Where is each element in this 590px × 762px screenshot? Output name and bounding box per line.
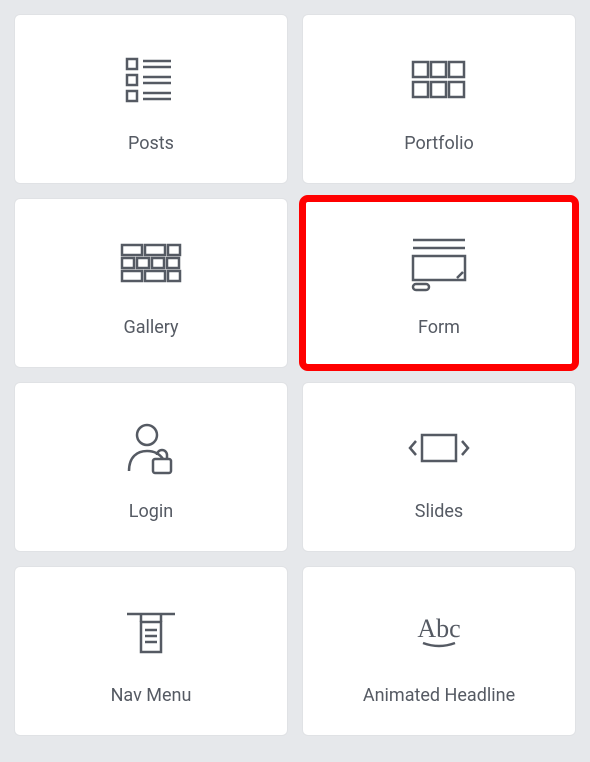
form-icon: [407, 229, 471, 299]
widget-label: Login: [129, 501, 173, 522]
posts-icon: [121, 45, 181, 115]
widget-tile-portfolio[interactable]: Portfolio: [302, 14, 576, 184]
widget-grid: Posts Portfolio: [0, 0, 590, 750]
widget-label: Nav Menu: [111, 685, 192, 706]
svg-text:Abc: Abc: [417, 614, 460, 643]
gallery-icon: [118, 229, 184, 299]
widget-label: Portfolio: [404, 133, 473, 154]
widget-tile-animated-headline[interactable]: Abc Animated Headline: [302, 566, 576, 736]
portfolio-icon: [409, 45, 469, 115]
slides-icon: [406, 413, 472, 483]
login-icon: [123, 413, 179, 483]
widget-label: Posts: [128, 133, 174, 154]
widget-label: Form: [418, 317, 460, 338]
animated-headline-icon: Abc: [405, 597, 473, 667]
widget-label: Slides: [415, 501, 463, 522]
nav-menu-icon: [123, 597, 179, 667]
widget-tile-login[interactable]: Login: [14, 382, 288, 552]
widget-tile-slides[interactable]: Slides: [302, 382, 576, 552]
widget-label: Animated Headline: [363, 685, 515, 706]
widget-tile-gallery[interactable]: Gallery: [14, 198, 288, 368]
widget-tile-posts[interactable]: Posts: [14, 14, 288, 184]
widget-label: Gallery: [123, 317, 178, 338]
widget-tile-nav-menu[interactable]: Nav Menu: [14, 566, 288, 736]
widget-tile-form[interactable]: Form: [302, 198, 576, 368]
